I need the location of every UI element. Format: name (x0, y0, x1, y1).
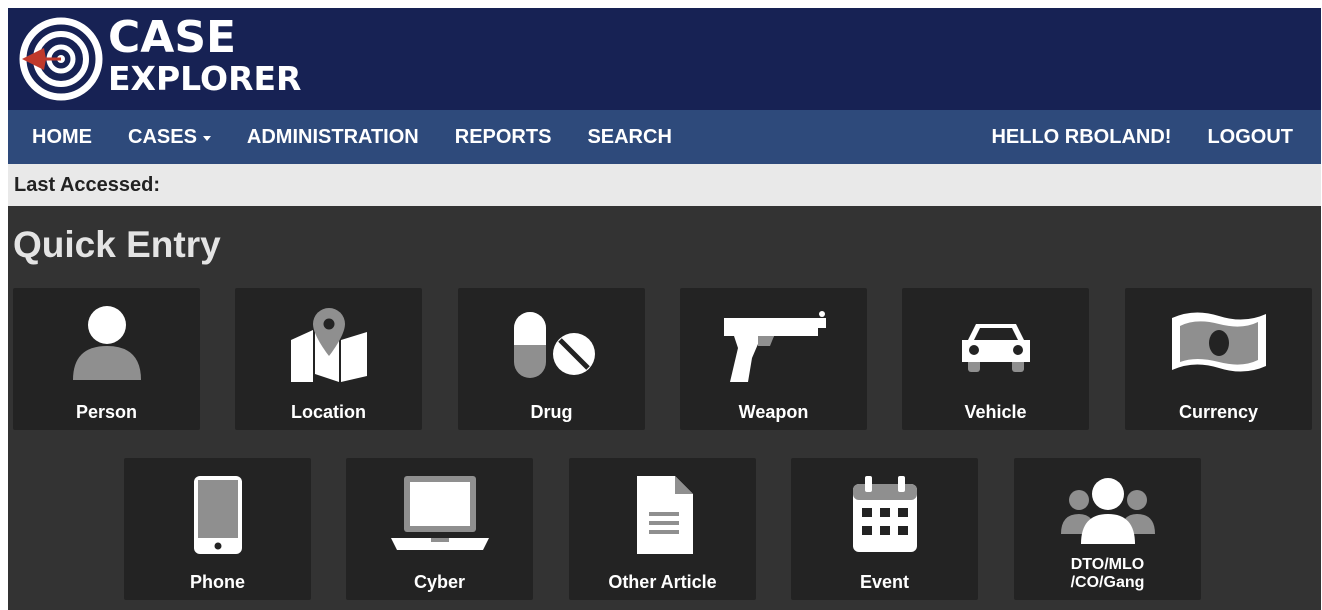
tile-label: Cyber (413, 572, 466, 592)
document-icon (636, 476, 693, 554)
logout-link[interactable]: LOGOUT (1189, 110, 1321, 164)
group-icon (1060, 478, 1155, 544)
tile-label-line1: DTO/MLO (1070, 556, 1145, 573)
nav-administration-label: ADMINISTRATION (246, 125, 419, 148)
tile-label: Other Article (608, 572, 717, 592)
tile-label: Vehicle (964, 402, 1027, 422)
quick-entry-event[interactable]: Event (791, 458, 978, 600)
phone-icon (193, 476, 242, 554)
tile-label: DTO/MLO /CO/Gang (1014, 556, 1201, 592)
last-accessed-bar: Last Accessed: (8, 164, 1321, 206)
nav-user-greeting[interactable]: HELLO RBOLAND! (973, 110, 1189, 164)
car-icon (961, 324, 1030, 372)
tile-label: Location (291, 402, 366, 422)
user-greeting-label: HELLO RBOLAND! (991, 125, 1172, 148)
main-nav: HOME CASES ADMINISTRATION REPORTS SEARCH… (8, 110, 1321, 164)
quick-entry-other-article[interactable]: Other Article (569, 458, 756, 600)
pills-icon (513, 312, 595, 378)
nav-home[interactable]: HOME (8, 110, 110, 164)
tile-label: Event (859, 572, 910, 592)
person-icon (72, 306, 141, 380)
money-bill-icon (1171, 312, 1266, 372)
nav-cases-label: CASES (128, 125, 197, 148)
tile-label: Drug (530, 402, 573, 422)
nav-search[interactable]: SEARCH (569, 110, 689, 164)
quick-entry-location[interactable]: Location (235, 288, 422, 430)
laptop-icon (390, 476, 489, 550)
quick-entry-weapon[interactable]: Weapon (680, 288, 867, 430)
tile-label-line2: /CO/Gang (1070, 574, 1145, 591)
quick-entry-vehicle[interactable]: Vehicle (902, 288, 1089, 430)
quick-entry-phone[interactable]: Phone (124, 458, 311, 600)
quick-entry-drug[interactable]: Drug (458, 288, 645, 430)
logo-line1: CASE (108, 12, 237, 63)
pistol-icon (723, 311, 826, 382)
quick-entry-panel: Quick Entry Person Location Drug Weapon … (8, 206, 1321, 610)
target-logo-icon (19, 17, 103, 101)
app-window: CASE EXPLORER HOME CASES ADMINISTRATION … (8, 8, 1321, 610)
nav-administration[interactable]: ADMINISTRATION (229, 110, 437, 164)
logo-line2: EXPLORER (108, 59, 302, 98)
tile-label: Currency (1178, 402, 1259, 422)
last-accessed-label: Last Accessed: (14, 173, 160, 196)
logout-label: LOGOUT (1207, 125, 1293, 148)
calendar-icon (852, 476, 917, 552)
nav-cases[interactable]: CASES (110, 110, 229, 164)
quick-entry-dto-mlo-co-gang[interactable]: DTO/MLO /CO/Gang (1014, 458, 1201, 600)
quick-entry-title: Quick Entry (13, 224, 221, 265)
logo[interactable]: CASE EXPLORER (16, 14, 316, 104)
brand-header: CASE EXPLORER (8, 8, 1321, 110)
quick-entry-currency[interactable]: Currency (1125, 288, 1312, 430)
nav-reports-label: REPORTS (454, 125, 552, 148)
quick-entry-person[interactable]: Person (13, 288, 200, 430)
quick-entry-cyber[interactable]: Cyber (346, 458, 533, 600)
nav-search-label: SEARCH (587, 125, 672, 148)
nav-home-label: HOME (32, 125, 92, 148)
tile-label: Person (75, 402, 138, 422)
tile-label: Weapon (738, 402, 809, 422)
chevron-down-icon (202, 135, 211, 141)
nav-reports[interactable]: REPORTS (437, 110, 570, 164)
tile-label: Phone (189, 572, 245, 592)
map-pin-icon (290, 308, 367, 382)
